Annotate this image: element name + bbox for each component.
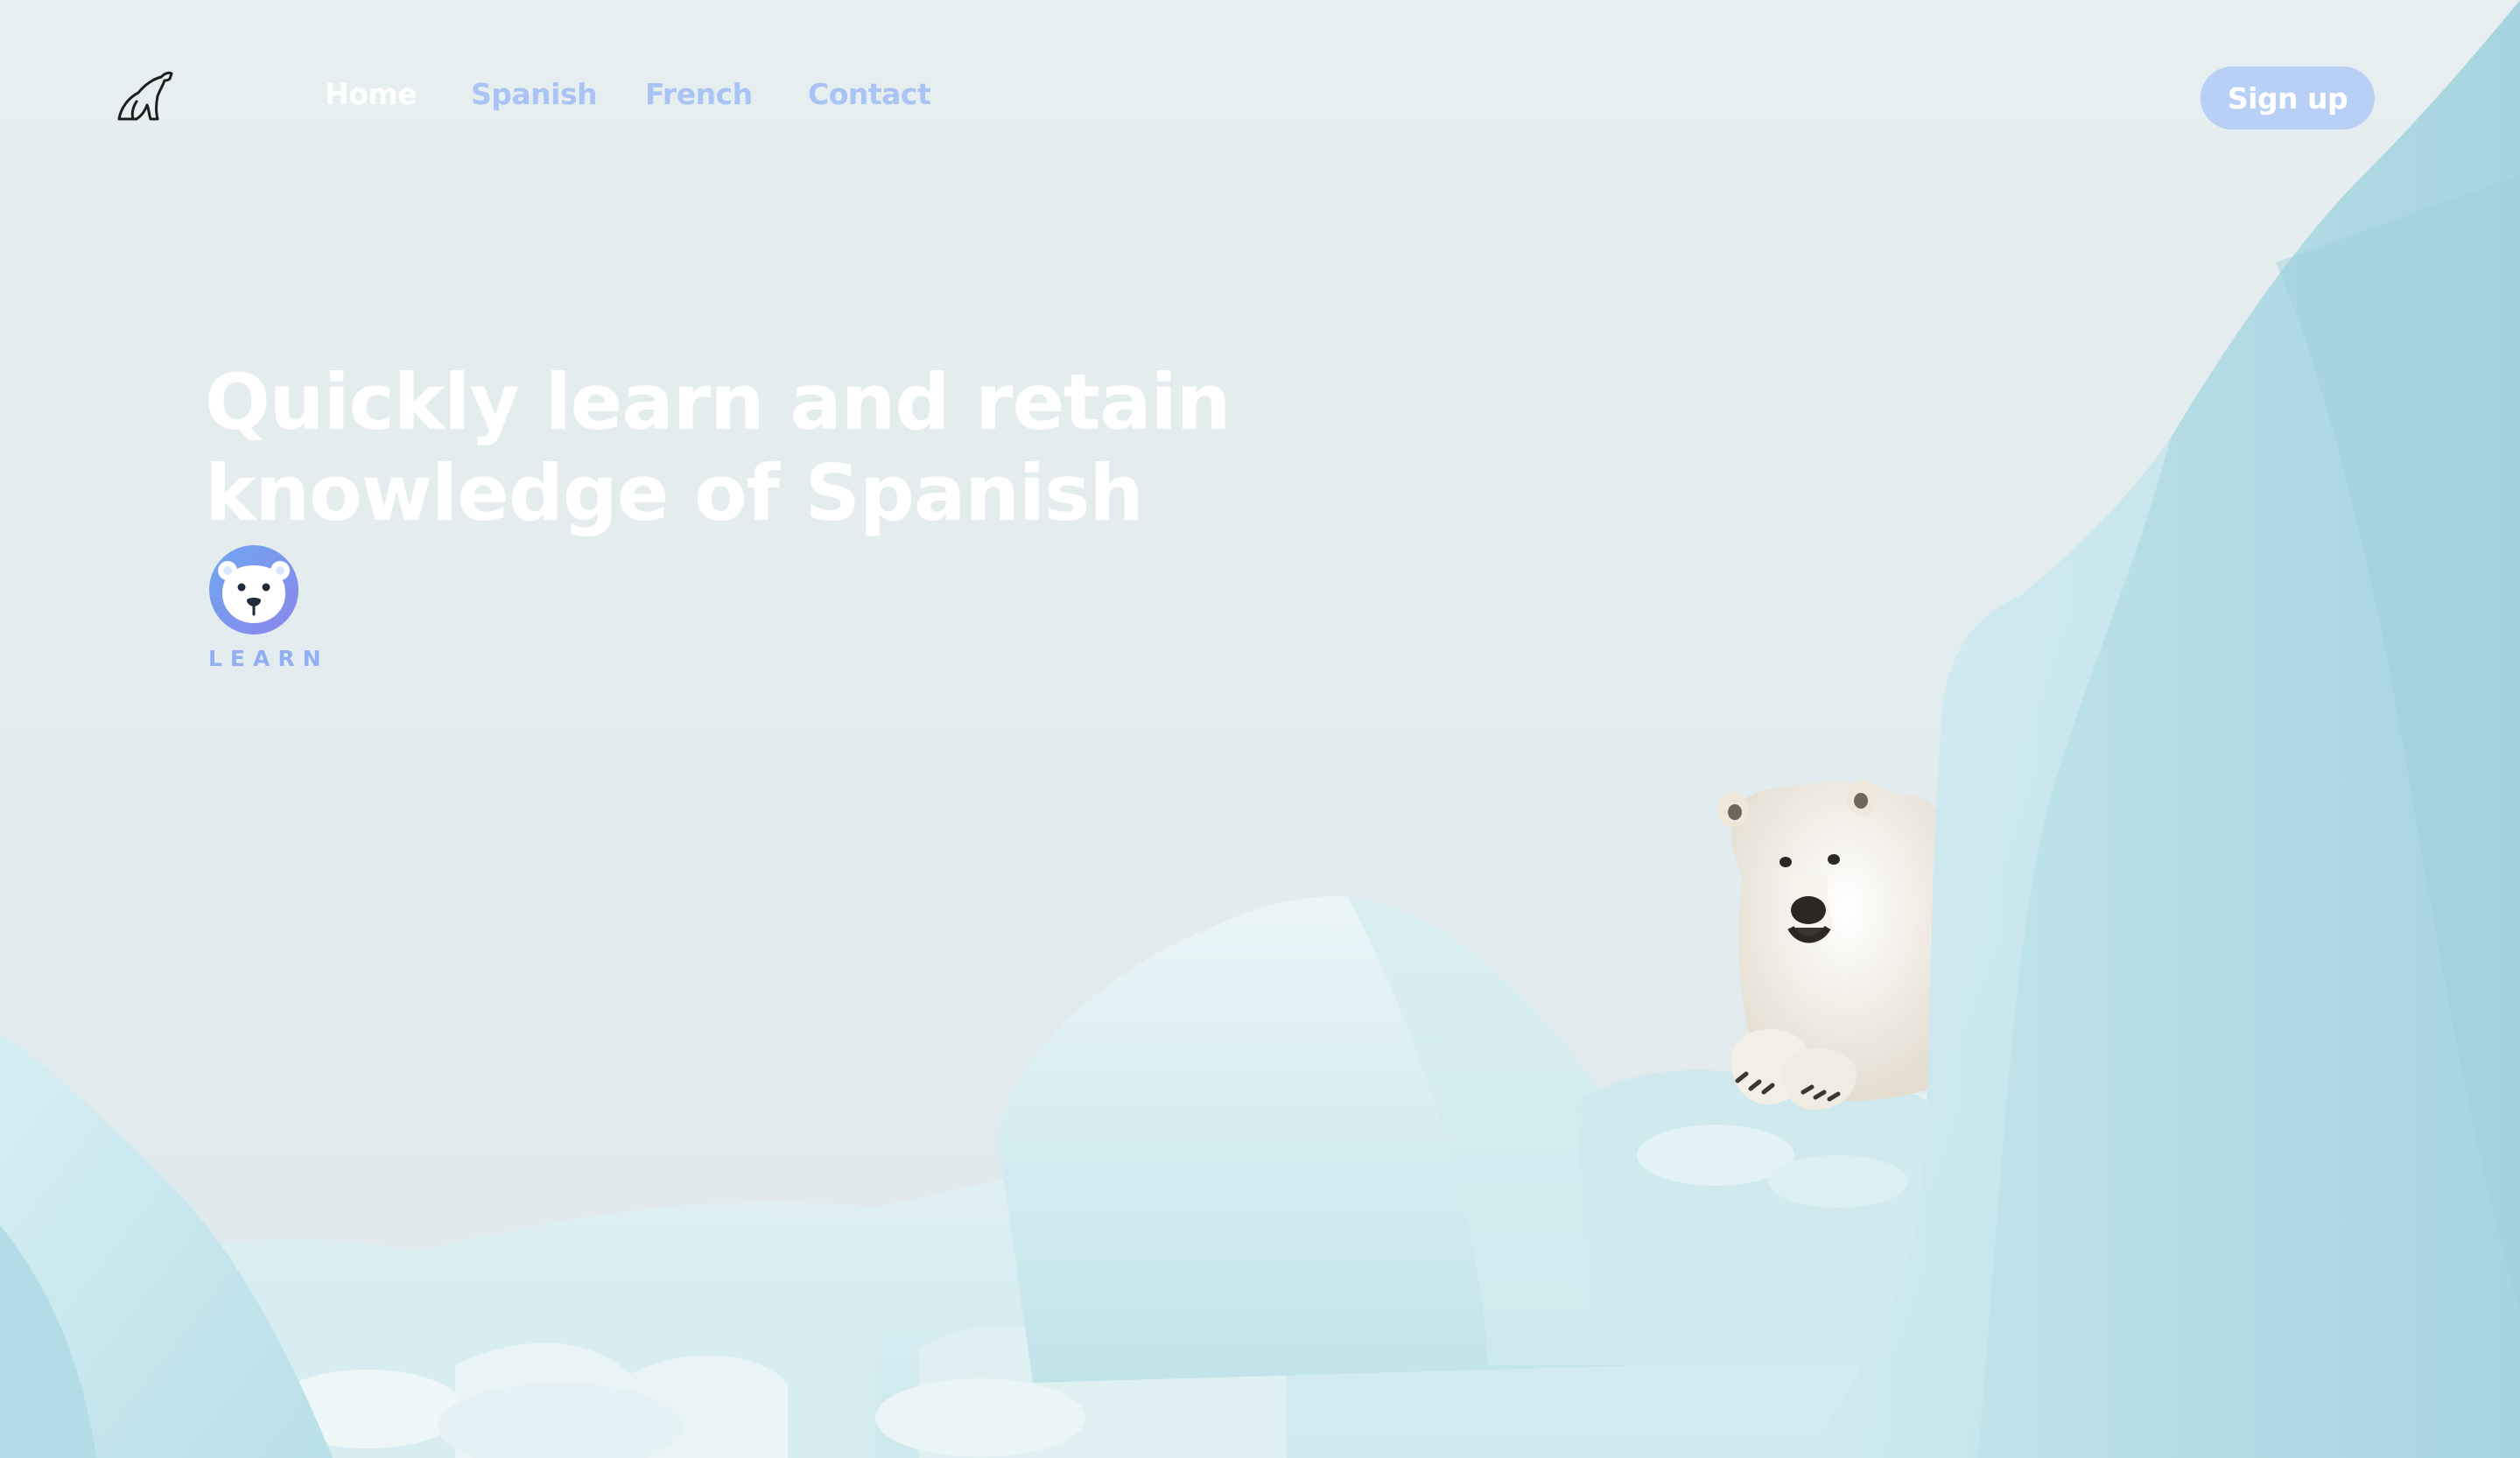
nav-link-french[interactable]: French xyxy=(645,77,753,111)
hero-title-line-1: Quickly learn and retain xyxy=(205,357,1231,447)
nav-link-home[interactable]: Home xyxy=(325,77,418,111)
landing-page: Home Spanish French Contact Sign up Quic… xyxy=(0,0,2520,1458)
hero-title: Quickly learn and retain knowledge of Sp… xyxy=(205,357,1255,539)
brand-wordmark: LEARN xyxy=(208,646,329,671)
nav-link-contact[interactable]: Contact xyxy=(808,77,931,111)
nav-link-spanish[interactable]: Spanish xyxy=(471,77,598,111)
polar-bear-logo-icon[interactable] xyxy=(116,67,175,121)
polar-bear-ice-background xyxy=(0,0,2520,1458)
signup-button[interactable]: Sign up xyxy=(2201,67,2375,130)
top-navbar: Home Spanish French Contact Sign up xyxy=(0,0,2520,196)
bear-face-icon xyxy=(209,545,298,634)
hero-title-line-2: knowledge of Spanish xyxy=(205,448,1144,538)
polar-bear-figure xyxy=(1717,781,1961,1111)
